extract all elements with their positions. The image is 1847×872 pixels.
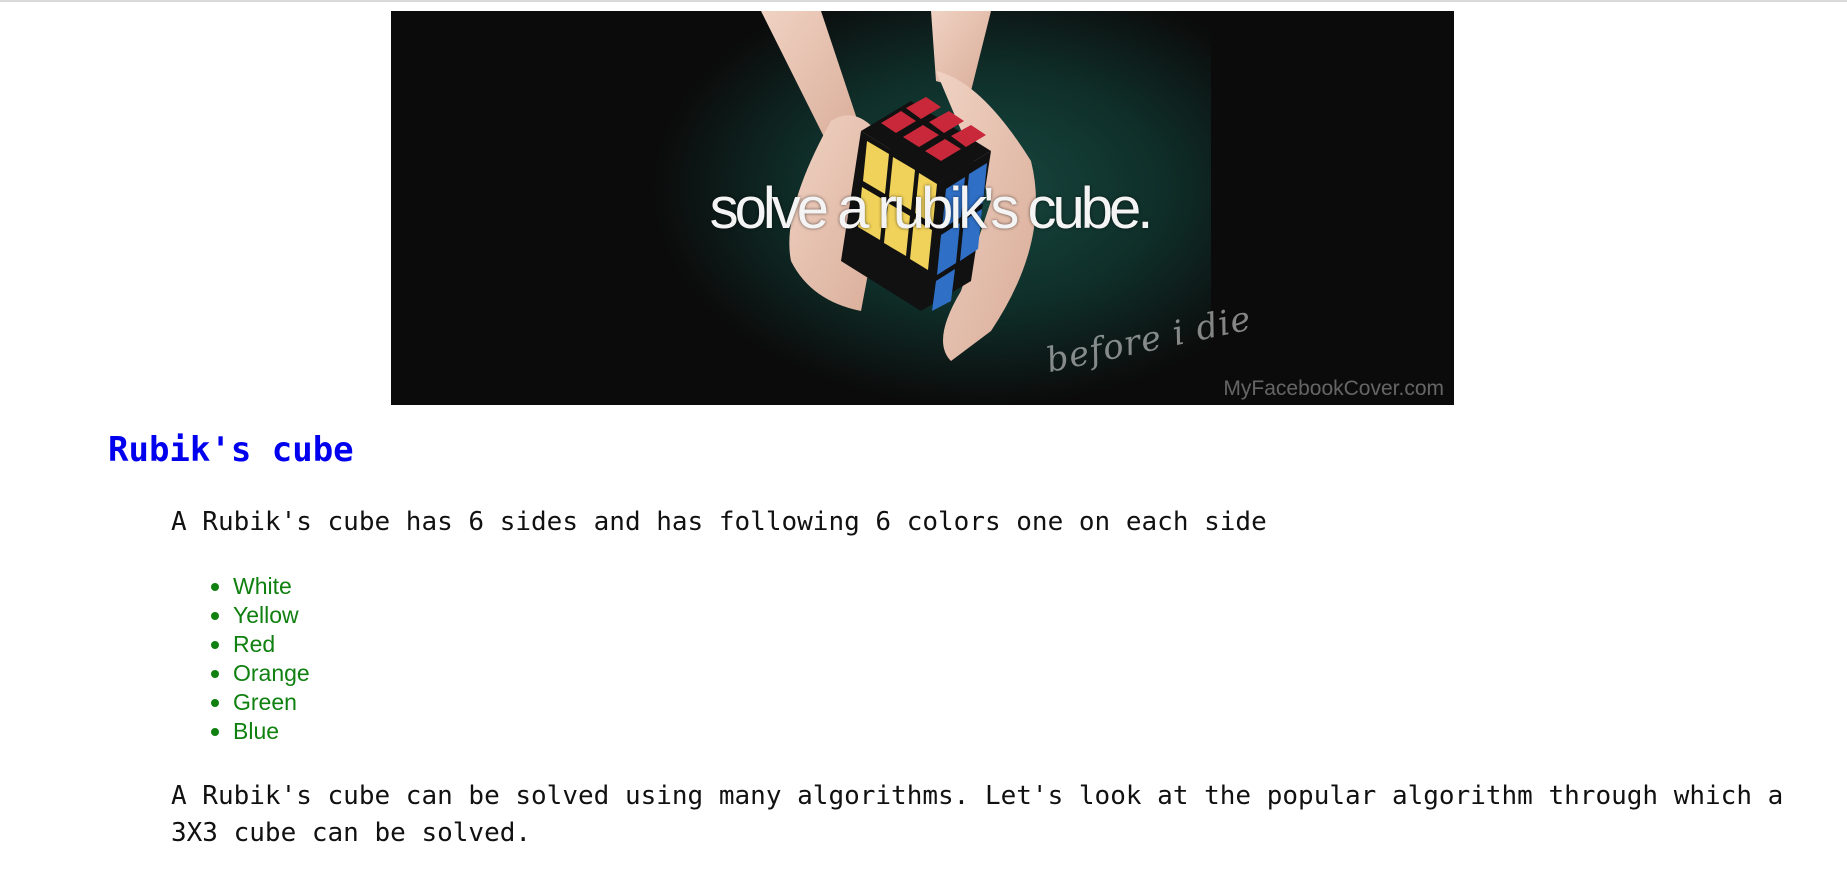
banner-image: solve a rubik's cube. before i die MyFac… <box>391 11 1454 405</box>
page-title: Rubik's cube <box>108 430 354 470</box>
list-item-label: Yellow <box>233 602 299 628</box>
bullet-icon <box>211 583 219 591</box>
bullet-icon <box>211 612 219 620</box>
banner-caption: solve a rubik's cube. <box>709 176 1154 241</box>
intro-paragraph: A Rubik's cube has 6 sides and has follo… <box>171 507 1267 537</box>
list-item-label: Red <box>233 631 276 657</box>
list-item-label: Green <box>233 689 297 715</box>
color-list: White Yellow Red Orange Green Blue <box>211 572 310 746</box>
list-item: Green <box>211 688 310 717</box>
list-item-label: Blue <box>233 718 280 744</box>
banner-watermark: MyFacebookCover.com <box>1223 377 1444 400</box>
bullet-icon <box>211 670 219 678</box>
list-item-label: White <box>233 573 292 599</box>
list-item: Blue <box>211 717 310 746</box>
list-item: White <box>211 572 310 601</box>
list-item: Orange <box>211 659 310 688</box>
bullet-icon <box>211 699 219 707</box>
bullet-icon <box>211 728 219 736</box>
list-item-label: Orange <box>233 660 310 686</box>
outro-paragraph: A Rubik's cube can be solved using many … <box>171 781 1799 848</box>
list-item: Yellow <box>211 601 310 630</box>
list-item: Red <box>211 630 310 659</box>
top-divider <box>0 0 1847 2</box>
bullet-icon <box>211 641 219 649</box>
